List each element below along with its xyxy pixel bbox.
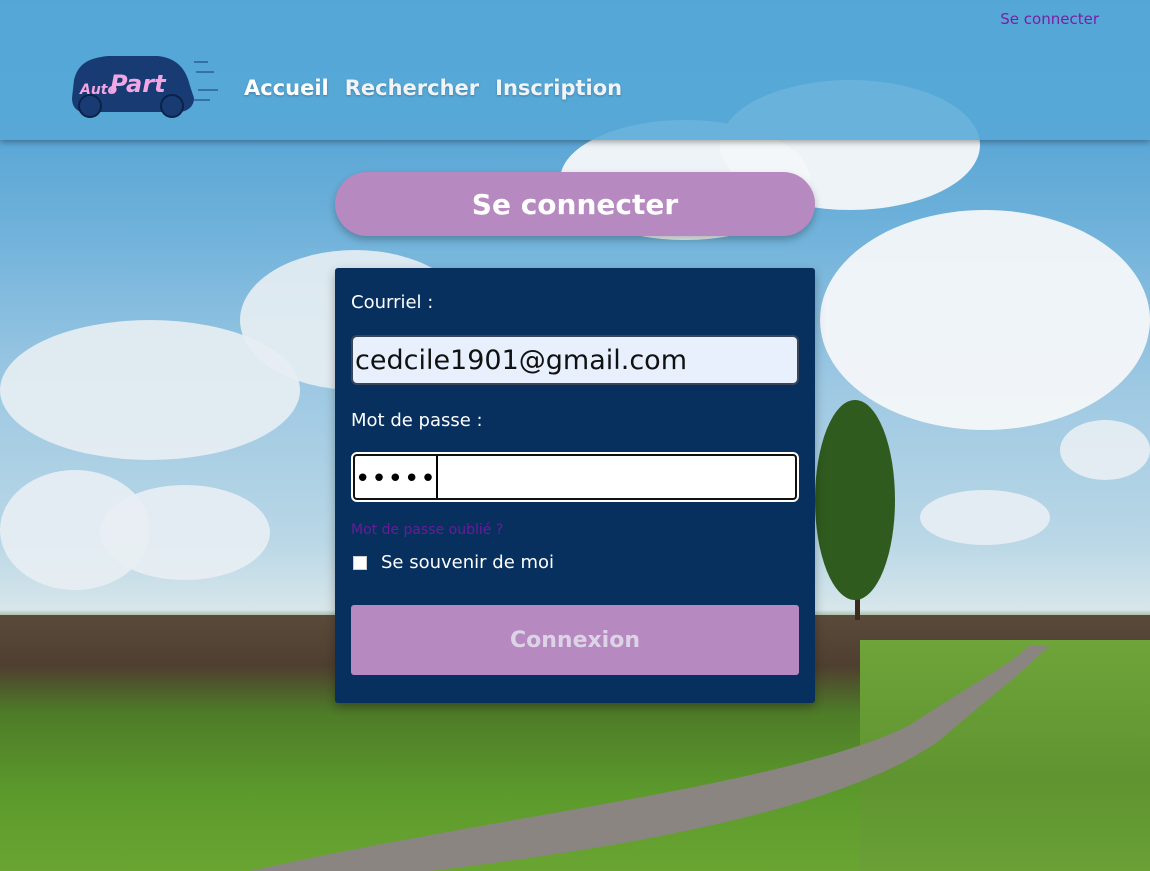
nav-accueil[interactable]: Accueil — [244, 76, 329, 100]
login-title: Se connecter — [335, 172, 815, 236]
nav-rechercher[interactable]: Rechercher — [345, 76, 479, 100]
cloud — [820, 210, 1150, 430]
top-header: Se connecter Auto Part Accueil Recherche… — [0, 0, 1150, 140]
connexion-button[interactable]: Connexion — [351, 605, 799, 675]
tree — [815, 400, 895, 600]
password-label: Mot de passe : — [351, 410, 483, 431]
logo-text-part: Part — [110, 70, 167, 98]
forgot-password-link[interactable]: Mot de passe oublié ? — [351, 522, 503, 538]
cloud — [920, 490, 1050, 545]
cloud — [0, 320, 300, 460]
email-field[interactable] — [351, 335, 799, 385]
remember-me: Se souvenir de moi — [351, 552, 554, 573]
remember-me-checkbox[interactable] — [353, 555, 367, 570]
password-masked-value: ••••• — [355, 464, 437, 494]
page: Se connecter Auto Part Accueil Recherche… — [0, 0, 1150, 871]
top-login-link[interactable]: Se connecter — [1000, 10, 1099, 28]
remember-me-label: Se souvenir de moi — [381, 552, 555, 573]
text-caret — [436, 456, 438, 498]
nav-inscription[interactable]: Inscription — [495, 76, 622, 100]
cloud — [1060, 420, 1150, 480]
main-nav: Accueil Rechercher Inscription — [244, 76, 622, 100]
cloud — [100, 485, 270, 580]
email-label: Courriel : — [351, 292, 434, 313]
autopart-logo[interactable]: Auto Part — [68, 52, 220, 120]
login-panel: Courriel : Mot de passe : ••••• Mot de p… — [335, 268, 815, 703]
